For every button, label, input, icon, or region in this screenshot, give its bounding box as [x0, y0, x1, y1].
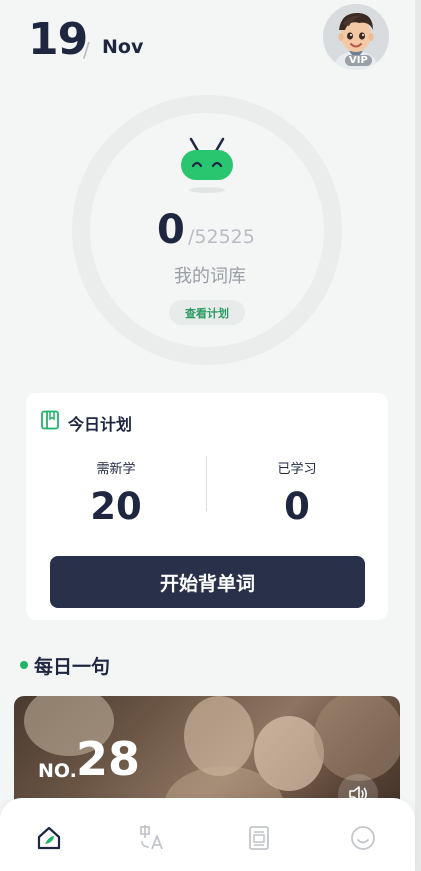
section-dot: [20, 661, 28, 669]
date-day: 19: [28, 14, 88, 65]
date-separator: /: [83, 38, 90, 62]
library-label: 我的词库: [174, 266, 246, 287]
painting-figure: [184, 696, 254, 776]
learned-words-label: 已学习: [277, 462, 317, 477]
home-icon: [37, 826, 61, 850]
date-month: Nov: [102, 36, 144, 58]
vip-badge: VIP: [345, 55, 372, 66]
nav-profile[interactable]: [347, 822, 379, 854]
notebook-icon: [41, 410, 59, 430]
stat-divider: [206, 456, 207, 511]
nav-home[interactable]: [33, 822, 65, 854]
mascot-icon: [181, 137, 233, 193]
nav-dictionary[interactable]: [243, 822, 275, 854]
daily-sentence-title: 每日一句: [34, 656, 111, 678]
nav-translate[interactable]: [137, 822, 169, 854]
learned-words-value: 0: [284, 485, 310, 528]
start-learning-button[interactable]: 开始背单词: [50, 556, 365, 608]
total-count: /52525: [188, 226, 255, 248]
today-plan-card: 今日计划 需新学 20 已学习 0 开始背单词: [26, 393, 388, 620]
dictionary-icon: [249, 826, 269, 850]
sentence-number: 28: [76, 732, 141, 786]
painting-figure: [314, 696, 400, 781]
card-title: 今日计划: [68, 415, 133, 434]
learned-count: 0: [157, 207, 185, 253]
scrollbar[interactable]: [415, 0, 421, 871]
translate-icon: [140, 825, 163, 850]
bottom-nav: [0, 798, 415, 871]
new-words-value: 20: [90, 485, 142, 528]
profile-icon: [351, 826, 375, 850]
sentence-number-prefix: NO.: [38, 760, 77, 782]
view-plan-button[interactable]: 查看计划: [169, 300, 245, 325]
new-words-label: 需新学: [96, 462, 136, 477]
